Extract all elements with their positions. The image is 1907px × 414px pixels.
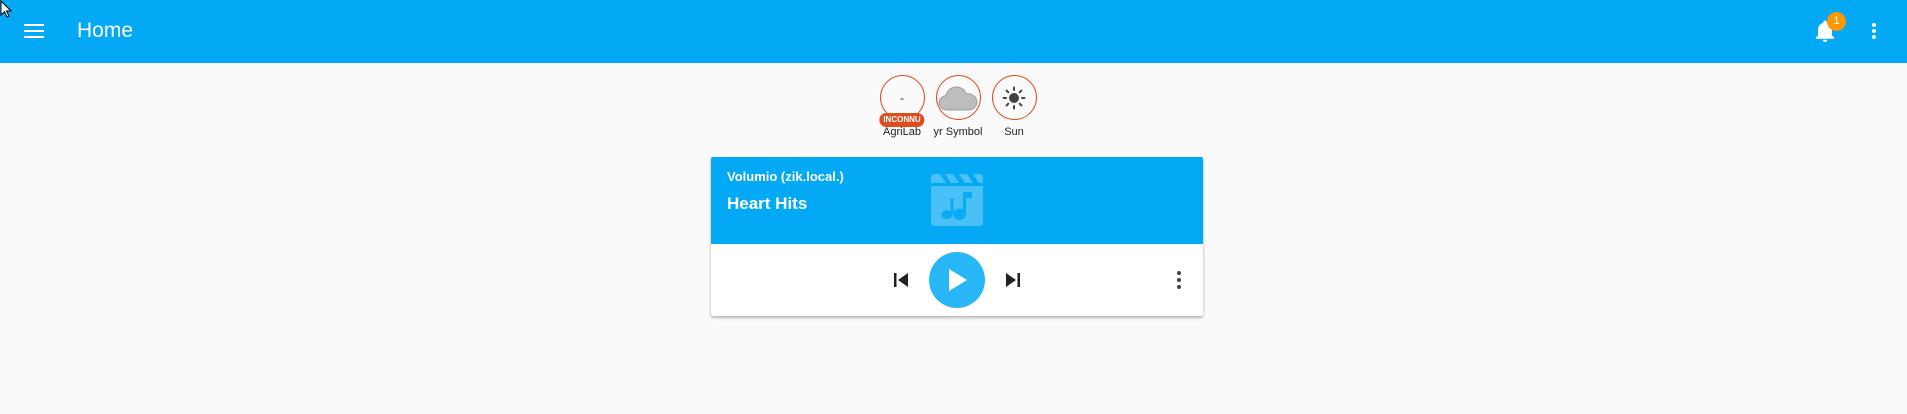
media-player-card: Volumio (zik.local.) Heart Hits xyxy=(711,157,1203,316)
dots-vertical-icon xyxy=(1872,23,1876,39)
dots-vertical-icon xyxy=(1177,271,1181,289)
media-controls xyxy=(711,244,1203,316)
cloud-icon xyxy=(938,85,978,110)
badge-circle: - INCONNU xyxy=(879,75,925,127)
movie-music-icon xyxy=(931,174,983,226)
badge-label: Sun xyxy=(1004,126,1024,138)
state-badge-yr-symbol[interactable]: yr Symbol xyxy=(930,75,986,138)
media-more-options-button[interactable] xyxy=(1167,268,1191,292)
overflow-menu-button[interactable] xyxy=(1862,15,1886,47)
app-toolbar: Home 1 xyxy=(0,0,1907,63)
play-icon xyxy=(949,269,967,291)
skip-previous-icon xyxy=(894,273,908,287)
notification-count-badge: 1 xyxy=(1827,12,1846,31)
state-badge-agrilab[interactable]: - INCONNU AgriLab xyxy=(874,75,930,138)
page-title: Home xyxy=(77,19,134,42)
badge-label: yr Symbol xyxy=(933,126,983,138)
badge-circle xyxy=(935,75,981,120)
sun-icon xyxy=(1002,86,1026,109)
media-source-name: Volumio (zik.local.) xyxy=(727,169,844,184)
badges-row: - INCONNU AgriLab yr Symbol Sun xyxy=(874,75,1040,147)
next-track-button[interactable] xyxy=(1001,268,1025,292)
menu-button[interactable] xyxy=(18,15,50,47)
badge-value: - xyxy=(900,90,904,105)
skip-next-icon xyxy=(1006,273,1020,287)
media-player-header[interactable]: Volumio (zik.local.) Heart Hits xyxy=(711,157,1203,244)
previous-track-button[interactable] xyxy=(889,268,913,292)
media-title: Heart Hits xyxy=(727,194,808,213)
state-badge-sun[interactable]: Sun xyxy=(986,75,1042,138)
badge-label: AgriLab xyxy=(883,126,921,138)
notifications-button[interactable]: 1 xyxy=(1808,12,1846,48)
play-button[interactable] xyxy=(929,252,985,308)
menu-icon xyxy=(24,24,44,38)
badge-unit-tag: INCONNU xyxy=(879,113,925,127)
badge-circle xyxy=(991,75,1037,120)
